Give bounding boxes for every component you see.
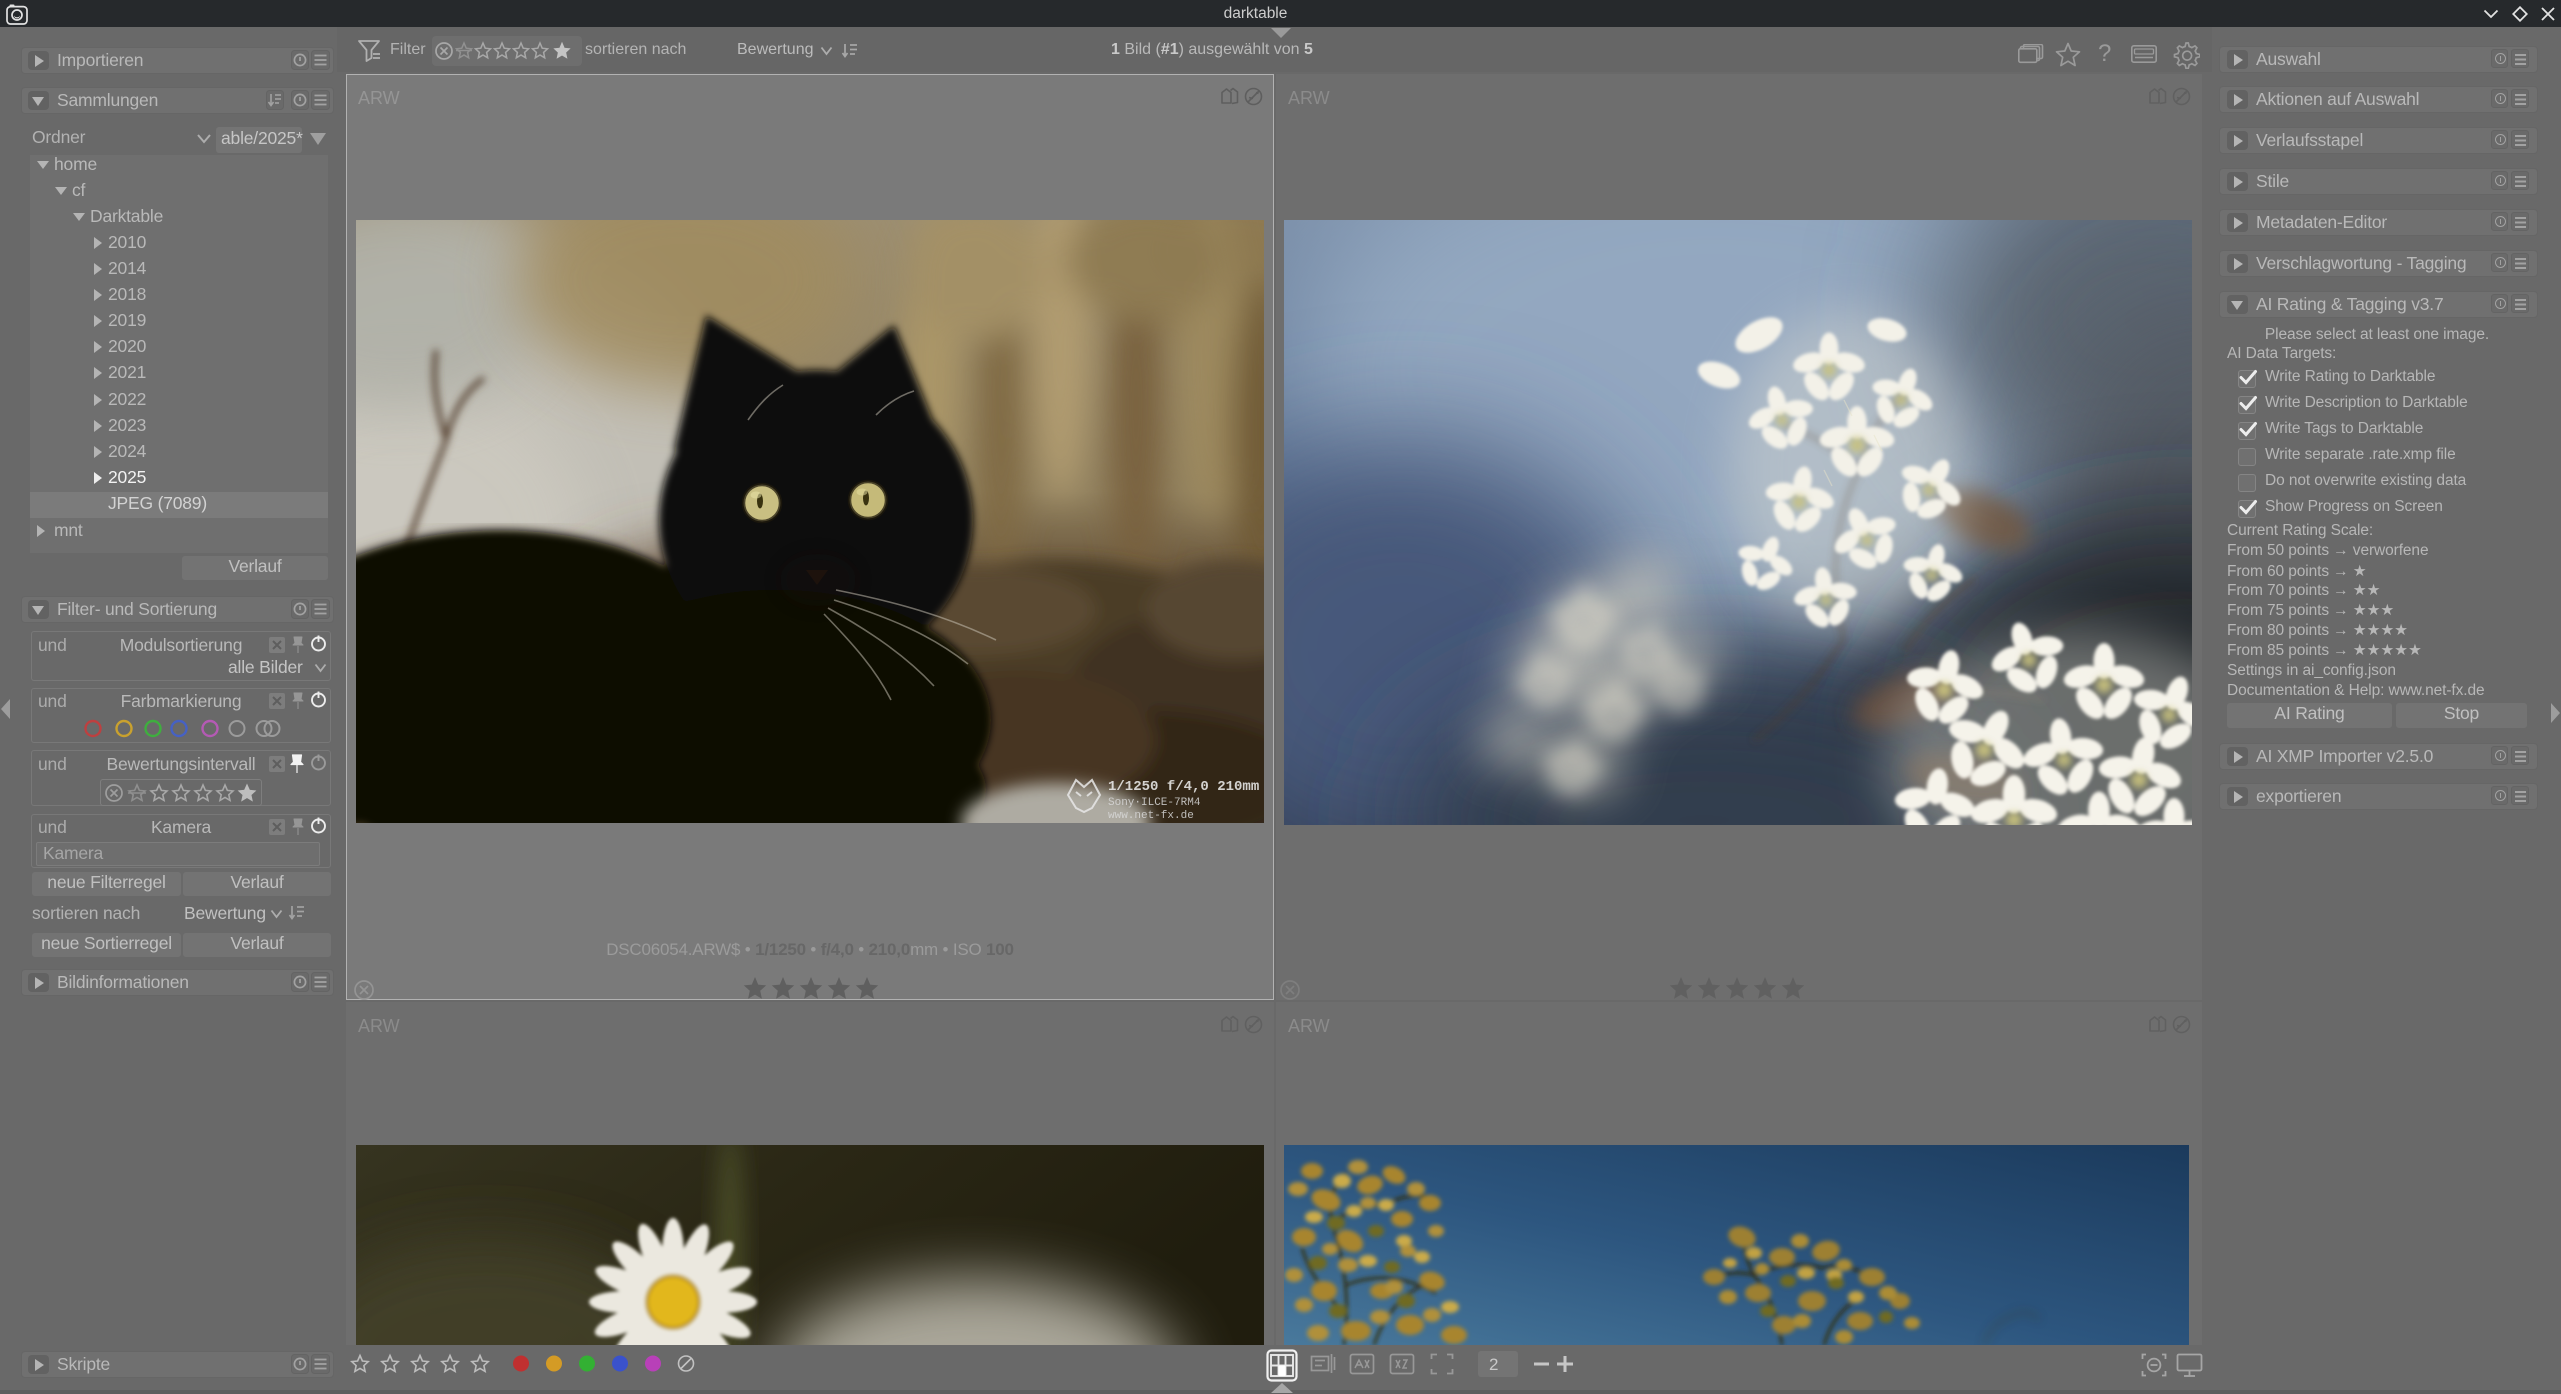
svg-text:www.net-fx.de: www.net-fx.de: [1108, 810, 1194, 822]
svg-text:Sony·ILCE-7RM4: Sony·ILCE-7RM4: [1108, 797, 1201, 809]
svg-text:1/1250 f/4,0 210mm IS: 1/1250 f/4,0 210mm IS: [1108, 779, 1264, 795]
